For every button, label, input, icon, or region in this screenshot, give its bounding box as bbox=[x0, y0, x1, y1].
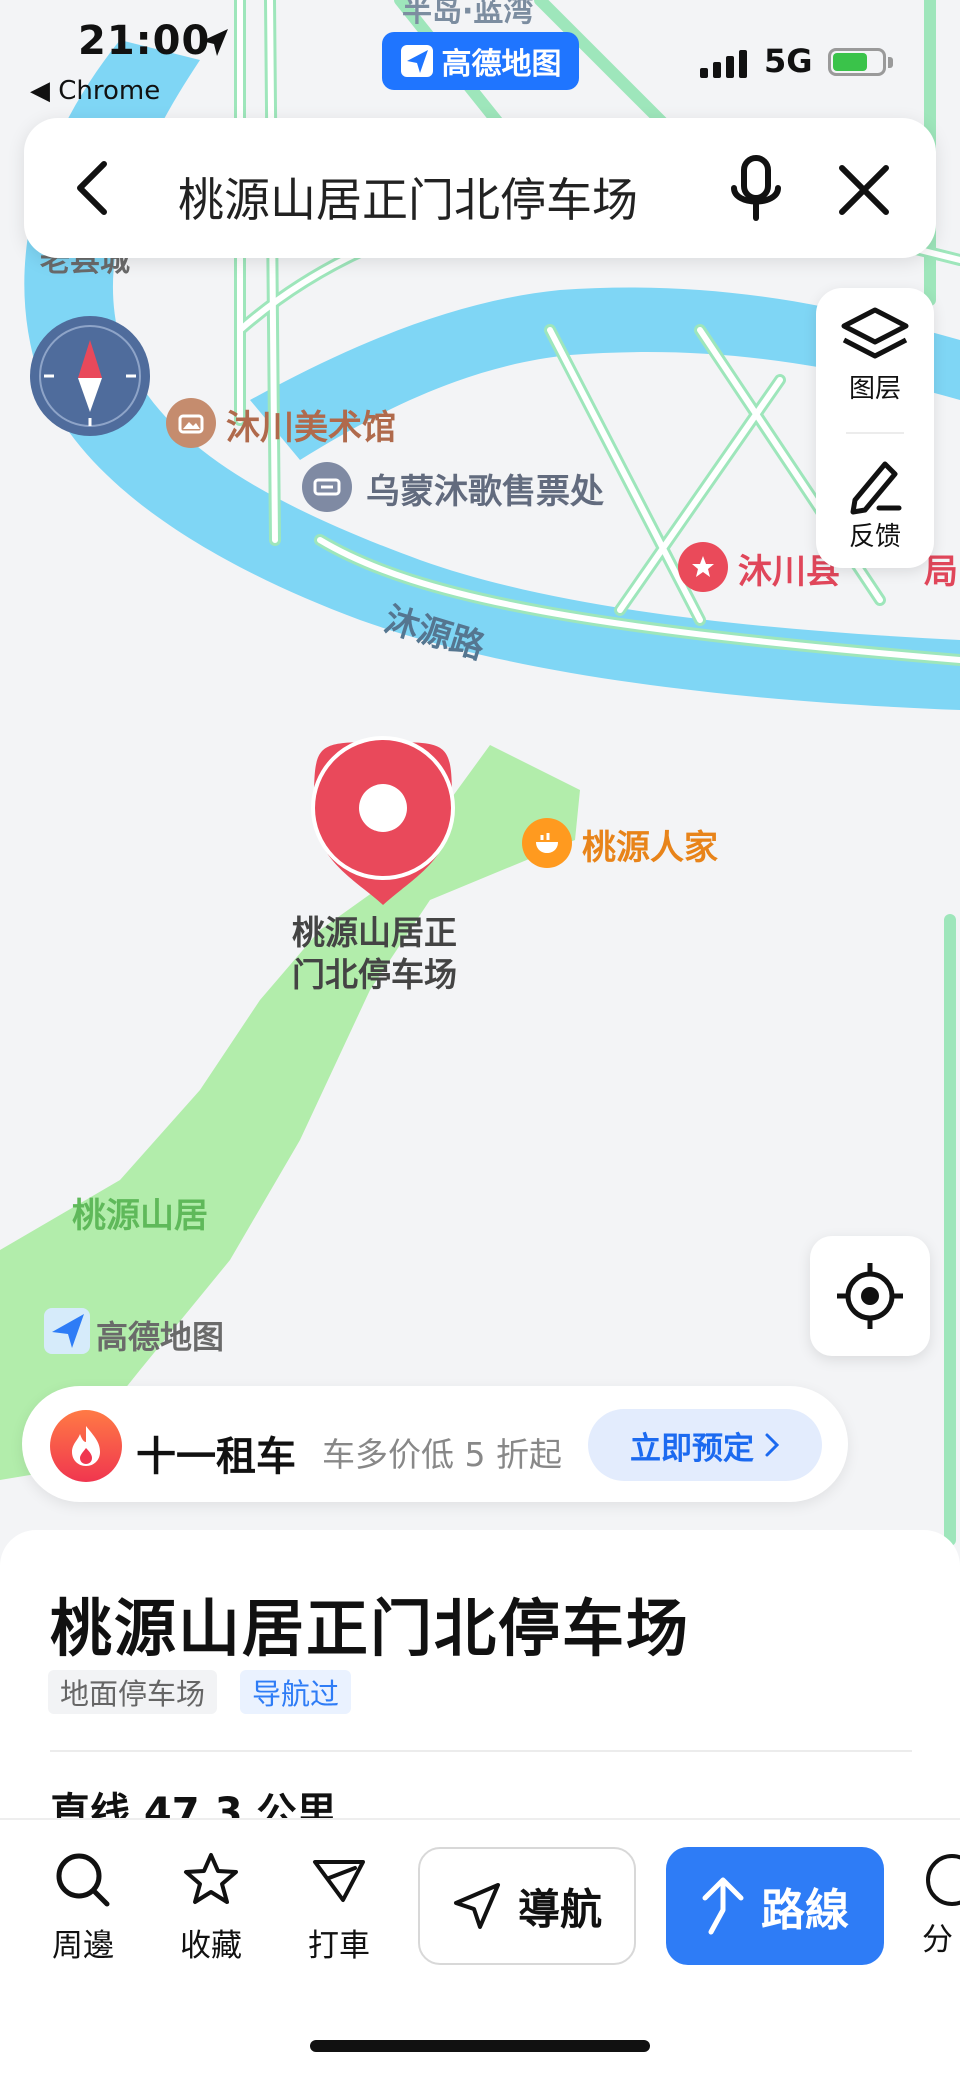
amap-arrow-icon bbox=[400, 45, 433, 77]
star-outline-icon bbox=[184, 1853, 238, 1904]
taxi-label: 打車 bbox=[308, 1928, 370, 1964]
battery-tip bbox=[888, 57, 893, 68]
edit-icon bbox=[850, 461, 902, 515]
share-icon bbox=[926, 1854, 960, 1906]
nearby-label: 周邊 bbox=[52, 1928, 114, 1964]
chevron-left-icon[interactable] bbox=[70, 158, 114, 218]
map-label-bandao: 半岛·蓝湾 bbox=[402, 0, 534, 29]
status-time: 21:00 bbox=[78, 18, 211, 64]
layers-button[interactable]: 图层 bbox=[816, 306, 934, 405]
map-label-restaurant[interactable]: 桃源人家 bbox=[582, 820, 718, 869]
home-indicator bbox=[310, 2040, 650, 2052]
signal-icon bbox=[700, 50, 747, 78]
search-icon bbox=[56, 1853, 110, 1907]
layers-label: 图层 bbox=[848, 374, 901, 404]
compass-icon[interactable] bbox=[30, 316, 150, 436]
layers-icon bbox=[841, 307, 909, 359]
pin-label-line1: 桃源山居正 bbox=[292, 913, 457, 952]
location-arrow-icon bbox=[202, 29, 228, 56]
place-title: 桃源山居正门北停车场 bbox=[50, 1592, 691, 1665]
locate-icon bbox=[837, 1263, 903, 1329]
app-badge-label: 高德地图 bbox=[441, 47, 562, 82]
tag-navigated: 导航过 bbox=[240, 1670, 352, 1714]
route-arrow-icon bbox=[702, 1877, 744, 1935]
map-label-museum[interactable]: 沐川美术馆 bbox=[226, 400, 396, 449]
ad-subtitle: 车多价低 5 折起 bbox=[322, 1435, 562, 1474]
back-to-chrome[interactable]: ◀ Chrome bbox=[30, 76, 160, 106]
map-watermark: 高德地图 bbox=[96, 1318, 225, 1356]
restaurant-icon[interactable] bbox=[522, 818, 572, 868]
route-button[interactable]: 路線 bbox=[666, 1847, 884, 1965]
locate-button[interactable] bbox=[810, 1236, 930, 1356]
map-label-ticket[interactable]: 乌蒙沐歌售票处 bbox=[366, 464, 604, 513]
sheet-divider bbox=[50, 1750, 912, 1752]
ad-book-label: 立即预定 bbox=[630, 1430, 754, 1467]
navigate-button[interactable]: 導航 bbox=[418, 1847, 636, 1965]
taxi-button[interactable]: 打車 bbox=[294, 1850, 384, 1965]
flame-icon bbox=[50, 1410, 122, 1482]
feedback-label: 反馈 bbox=[848, 522, 901, 552]
amap-logo-icon bbox=[44, 1308, 90, 1354]
pin-label-line2: 门北停车场 bbox=[292, 955, 457, 994]
network-label: 5G bbox=[764, 42, 813, 80]
navigate-label: 導航 bbox=[517, 1884, 602, 1934]
share-button[interactable]: 分 bbox=[922, 1850, 960, 1959]
ad-book-button[interactable]: 立即预定 bbox=[588, 1409, 822, 1481]
navigate-arrow-icon bbox=[453, 1883, 500, 1929]
favorite-label: 收藏 bbox=[180, 1928, 242, 1964]
ad-title: 十一租车 bbox=[136, 1434, 296, 1480]
favorite-button[interactable]: 收藏 bbox=[166, 1850, 256, 1965]
close-icon[interactable] bbox=[836, 162, 892, 218]
taxi-icon bbox=[313, 1860, 365, 1902]
tag-parking-type: 地面停车场 bbox=[48, 1670, 218, 1714]
search-input[interactable]: 桃源山居正门北停车场 bbox=[178, 164, 638, 230]
route-label: 路線 bbox=[761, 1885, 849, 1936]
chevron-right-icon bbox=[765, 1433, 780, 1457]
star-icon[interactable] bbox=[678, 542, 728, 592]
map-label-area: 桃源山居 bbox=[72, 1196, 208, 1236]
microphone-icon[interactable] bbox=[726, 154, 786, 224]
feedback-button[interactable]: 反馈 bbox=[816, 456, 934, 553]
battery-icon bbox=[828, 48, 886, 76]
share-label: 分 bbox=[922, 1922, 953, 1958]
nearby-button[interactable]: 周邊 bbox=[38, 1850, 128, 1965]
app-badge: 高德地图 bbox=[382, 32, 579, 90]
ticket-icon[interactable] bbox=[302, 462, 352, 512]
tools-divider bbox=[846, 432, 904, 434]
museum-icon[interactable] bbox=[166, 398, 216, 448]
